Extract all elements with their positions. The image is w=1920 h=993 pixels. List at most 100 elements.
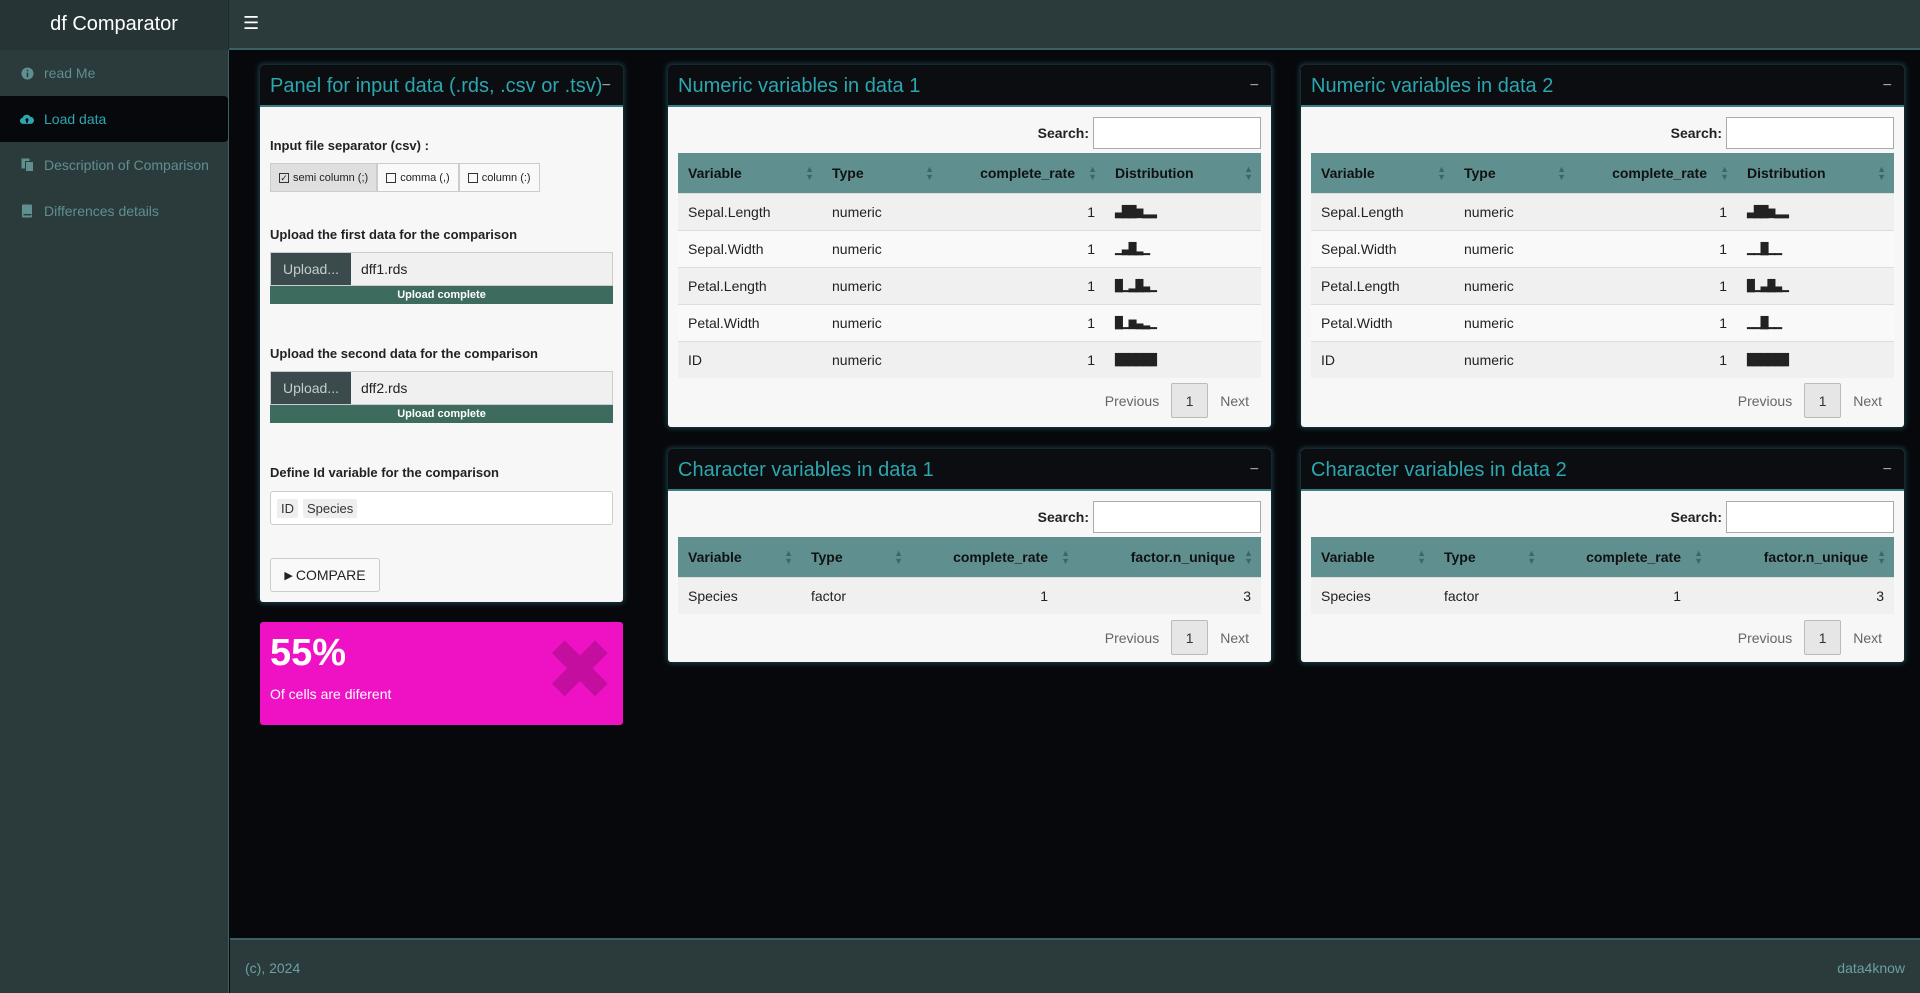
distribution-sparkline: ▇▇▇▇▇▇: [1105, 340, 1261, 378]
first-upload-button[interactable]: Upload...: [271, 253, 351, 285]
id-tag[interactable]: ID: [277, 498, 298, 518]
first-file-name[interactable]: dff1.rds: [351, 253, 612, 285]
cell: ID: [1311, 340, 1454, 378]
column-header[interactable]: Type ▲ ▼: [822, 153, 942, 193]
panel-title: Character variables in data 2: [1311, 459, 1567, 481]
column-header[interactable]: factor.n_unique ▲ ▼: [1711, 537, 1894, 577]
panel-header: Numeric variables in data 2 −: [1301, 65, 1904, 107]
search-input[interactable]: [1093, 501, 1261, 533]
cell: Species: [1311, 576, 1434, 614]
next-button[interactable]: Next: [1841, 630, 1894, 646]
sort-icon: ▲ ▼: [784, 548, 793, 566]
input-panel: Panel for input data (.rds, .csv or .tsv…: [260, 65, 623, 602]
column-header[interactable]: Variable ▲ ▼: [1311, 153, 1454, 193]
compare-button-label: COMPARE: [295, 567, 366, 583]
cell: Petal.Width: [678, 303, 822, 341]
collapse-icon[interactable]: −: [1883, 449, 1892, 489]
column-header[interactable]: complete_rate ▲ ▼: [1544, 537, 1711, 577]
diff-percentage: 55%: [270, 632, 347, 674]
column-header[interactable]: factor.n_unique ▲ ▼: [1078, 537, 1261, 577]
checkbox-icon: [386, 172, 397, 183]
panel-header: Character variables in data 2 −: [1301, 449, 1904, 491]
column-header[interactable]: Variable ▲ ▼: [678, 153, 822, 193]
separator-comma-option[interactable]: comma (,): [377, 163, 459, 192]
input-panel-header: Panel for input data (.rds, .csv or .tsv…: [260, 65, 623, 107]
column-header[interactable]: Variable ▲ ▼: [678, 537, 801, 577]
separator-colon-option[interactable]: column (:): [458, 163, 540, 192]
sidebar-item-load-data[interactable]: Load data: [0, 96, 228, 142]
column-header[interactable]: complete_rate ▲ ▼: [1574, 153, 1737, 193]
distribution-sparkline: ▃▇▇▅▂▂: [1737, 192, 1894, 230]
distribution-sparkline: ▇▁▂▇▃▁: [1105, 266, 1261, 304]
second-file-name[interactable]: dff2.rds: [351, 372, 612, 404]
cell: 3: [1078, 576, 1261, 614]
table-row: Petal.Width numeric 1 ▇▁▅▃▂▁: [678, 303, 1261, 341]
id-tag[interactable]: Species: [303, 498, 358, 518]
first-upload-progress: Upload complete: [270, 286, 613, 304]
cell: 1: [1574, 340, 1737, 378]
search-input[interactable]: [1726, 501, 1894, 533]
compare-button[interactable]: ▶ COMPARE: [270, 558, 380, 592]
cell: 1: [942, 340, 1105, 378]
sort-icon: ▲ ▼: [1877, 164, 1886, 182]
sidebar-item-description[interactable]: Description of Comparison: [0, 142, 228, 188]
search-row: Search:: [1671, 501, 1894, 533]
collapse-icon[interactable]: −: [1883, 65, 1892, 105]
collapse-icon[interactable]: −: [602, 65, 611, 105]
distribution-sparkline: ▇▁▅▃▂▁: [1105, 303, 1261, 341]
cell: 1: [911, 576, 1078, 614]
app-title: df Comparator: [0, 0, 229, 50]
cell: Sepal.Length: [678, 192, 822, 230]
column-header[interactable]: Type ▲ ▼: [1434, 537, 1544, 577]
hamburger-icon[interactable]: ☰: [243, 12, 259, 34]
sidebar-item-differences[interactable]: Differences details: [0, 188, 228, 234]
collapse-icon[interactable]: −: [1250, 65, 1259, 105]
pagination: Previous 1 Next: [1726, 620, 1894, 655]
column-header[interactable]: Distribution ▲ ▼: [1105, 153, 1261, 193]
cell: ID: [678, 340, 822, 378]
previous-button[interactable]: Previous: [1093, 630, 1171, 646]
cell: 1: [1574, 192, 1737, 230]
sort-icon: ▲ ▼: [1720, 164, 1729, 182]
column-header[interactable]: Variable ▲ ▼: [1311, 537, 1434, 577]
previous-button[interactable]: Previous: [1093, 393, 1171, 409]
panel-header: Numeric variables in data 1 −: [668, 65, 1271, 107]
id-variable-select[interactable]: ID Species: [270, 491, 613, 525]
second-upload-button[interactable]: Upload...: [271, 372, 351, 404]
column-header[interactable]: Type ▲ ▼: [801, 537, 911, 577]
previous-button[interactable]: Previous: [1726, 393, 1804, 409]
next-button[interactable]: Next: [1208, 393, 1261, 409]
separator-option-label: column (:): [481, 171, 531, 184]
search-input[interactable]: [1093, 117, 1261, 149]
checkbox-icon: [467, 172, 478, 183]
column-header[interactable]: complete_rate ▲ ▼: [942, 153, 1105, 193]
cell: 1: [942, 266, 1105, 304]
sort-icon: ▲ ▼: [894, 548, 903, 566]
cell: numeric: [1454, 229, 1574, 267]
search-input[interactable]: [1726, 117, 1894, 149]
distribution-sparkline: ▁▁▇▁▁: [1737, 303, 1894, 341]
sort-icon: ▲ ▼: [1877, 548, 1886, 566]
column-header[interactable]: Type ▲ ▼: [1454, 153, 1574, 193]
separator-semicolon-option[interactable]: ✓ semi column (;): [270, 163, 378, 192]
sort-icon: ▲ ▼: [925, 164, 934, 182]
first-file-input: Upload... dff1.rds: [270, 252, 613, 286]
search-row: Search:: [1038, 117, 1261, 149]
sort-icon: ▲ ▼: [1527, 548, 1536, 566]
table-row: Sepal.Width numeric 1 ▁▃▇▂▁: [678, 229, 1261, 267]
page-button[interactable]: 1: [1171, 620, 1209, 655]
sidebar-item-read-me[interactable]: read Me: [0, 50, 228, 96]
numeric-vars-data2-panel: Numeric variables in data 2 − Search: Va…: [1301, 65, 1904, 427]
next-button[interactable]: Next: [1208, 630, 1261, 646]
page-button[interactable]: 1: [1171, 383, 1209, 418]
previous-button[interactable]: Previous: [1726, 630, 1804, 646]
page-button[interactable]: 1: [1804, 620, 1842, 655]
cell: Species: [678, 576, 801, 614]
table-row: Sepal.Length numeric 1 ▃▇▇▅▂▂: [1311, 192, 1894, 230]
column-header[interactable]: Distribution ▲ ▼: [1737, 153, 1894, 193]
cell: Petal.Width: [1311, 303, 1454, 341]
column-header[interactable]: complete_rate ▲ ▼: [911, 537, 1078, 577]
collapse-icon[interactable]: −: [1250, 449, 1259, 489]
next-button[interactable]: Next: [1841, 393, 1894, 409]
page-button[interactable]: 1: [1804, 383, 1842, 418]
